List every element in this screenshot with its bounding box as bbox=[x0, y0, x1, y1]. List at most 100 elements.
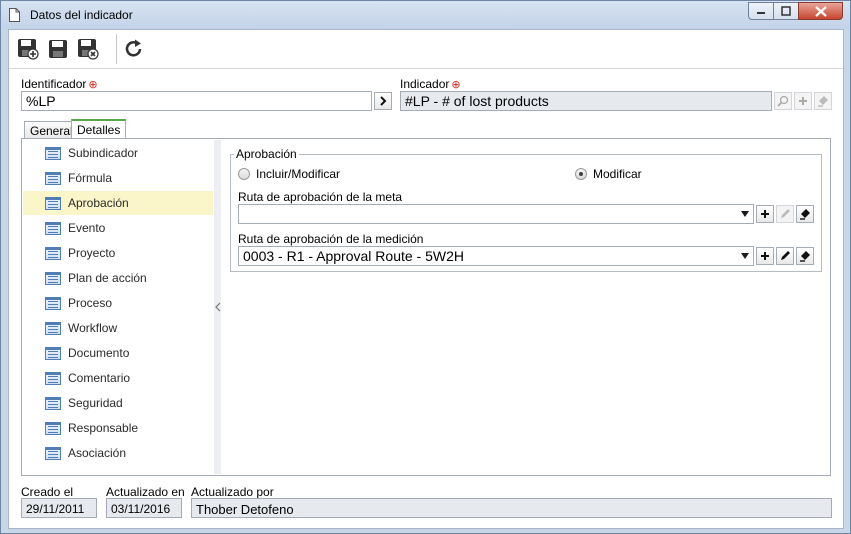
dialog-content: Identificador ⊕ %LP Indicador ⊕ #LP - # of… bbox=[8, 29, 844, 529]
sidebar-item-label: Evento bbox=[68, 221, 106, 235]
identificador-label: Identificador bbox=[21, 77, 87, 91]
radio-modificar[interactable]: Modificar bbox=[575, 167, 642, 181]
eraser-icon bbox=[800, 251, 810, 262]
refresh-button[interactable] bbox=[121, 36, 147, 62]
sidebar-item-aprobacion[interactable]: Aprobación bbox=[23, 191, 213, 215]
indicador-field: #LP - # of lost products bbox=[400, 91, 772, 111]
indicador-label: Indicador bbox=[400, 77, 450, 91]
sidebar-item-label: Comentario bbox=[68, 371, 131, 385]
sidebar-item-label: Proceso bbox=[68, 296, 113, 310]
list-icon bbox=[45, 271, 61, 285]
save-close-button[interactable] bbox=[75, 36, 101, 62]
radio-incluir-modificar[interactable]: Incluir/Modificar bbox=[238, 167, 340, 181]
plus-icon bbox=[761, 210, 769, 218]
save-button[interactable] bbox=[45, 36, 71, 62]
meta-route-select[interactable] bbox=[238, 204, 754, 224]
search-indicator-button[interactable] bbox=[774, 92, 792, 110]
sidebar-item-subindicador[interactable]: Subindicador bbox=[23, 141, 213, 165]
identificador-input[interactable]: %LP bbox=[21, 91, 372, 111]
pencil-icon bbox=[781, 209, 790, 218]
list-icon bbox=[45, 321, 61, 335]
navigate-button[interactable] bbox=[374, 92, 392, 110]
add-medicion-route-button[interactable] bbox=[756, 247, 774, 265]
sidebar-item-proceso[interactable]: Proceso bbox=[23, 291, 213, 315]
sidebar-item-documento[interactable]: Documento bbox=[23, 341, 213, 365]
meta-route-label: Ruta de aprobación de la meta bbox=[238, 190, 403, 204]
plus-icon bbox=[761, 252, 769, 260]
sidebar-item-comentario[interactable]: Comentario bbox=[23, 366, 213, 390]
maximize-icon bbox=[781, 6, 791, 16]
list-icon bbox=[45, 346, 61, 360]
medicion-route-select[interactable]: 0003 - R1 - Approval Route - 5W2H bbox=[238, 246, 754, 266]
detail-sidebar: Subindicador Fórmula Aprobación Evento P… bbox=[23, 140, 213, 474]
edit-medicion-route-button[interactable] bbox=[776, 247, 794, 265]
sidebar-item-responsable[interactable]: Responsable bbox=[23, 416, 213, 440]
sidebar-item-label: Fórmula bbox=[68, 171, 113, 185]
indicador-label-row: Indicador ⊕ bbox=[400, 77, 461, 91]
plus-icon bbox=[799, 97, 807, 105]
sidebar-splitter[interactable] bbox=[214, 140, 221, 474]
list-icon bbox=[45, 171, 61, 185]
approval-group-title: Aprobación bbox=[234, 147, 299, 161]
required-icon: ⊕ bbox=[88, 79, 98, 91]
chevron-left-icon bbox=[214, 302, 220, 312]
save-close-icon bbox=[78, 39, 99, 60]
window-controls bbox=[748, 2, 843, 20]
radio-label: Modificar bbox=[593, 167, 642, 181]
sidebar-item-workflow[interactable]: Workflow bbox=[23, 316, 213, 340]
title-bar[interactable]: Datos del indicador bbox=[1, 1, 850, 29]
tab-panel: Subindicador Fórmula Aprobación Evento P… bbox=[21, 138, 831, 476]
sidebar-item-proyecto[interactable]: Proyecto bbox=[23, 241, 213, 265]
clear-indicator-button[interactable] bbox=[814, 92, 832, 110]
save-new-icon bbox=[18, 39, 39, 60]
add-indicator-button[interactable] bbox=[794, 92, 812, 110]
medicion-route-value: 0003 - R1 - Approval Route - 5W2H bbox=[243, 248, 464, 264]
window-title: Datos del indicador bbox=[30, 8, 133, 22]
sidebar-item-formula[interactable]: Fórmula bbox=[23, 166, 213, 190]
identificador-label-row: Identificador ⊕ bbox=[21, 77, 98, 91]
sidebar-item-label: Subindicador bbox=[68, 146, 139, 160]
radio-checked-icon bbox=[575, 168, 587, 180]
eraser-icon bbox=[818, 96, 828, 107]
save-new-button[interactable] bbox=[15, 36, 41, 62]
radio-label: Incluir/Modificar bbox=[256, 167, 341, 181]
list-icon bbox=[45, 246, 61, 260]
list-icon bbox=[45, 446, 61, 460]
list-icon bbox=[45, 396, 61, 410]
sidebar-item-label: Responsable bbox=[68, 421, 139, 435]
edit-meta-route-button[interactable] bbox=[776, 205, 794, 223]
sidebar-item-seguridad[interactable]: Seguridad bbox=[23, 391, 213, 415]
toolbar bbox=[9, 30, 843, 69]
sidebar-item-label: Plan de acción bbox=[68, 271, 147, 285]
minimize-button[interactable] bbox=[748, 2, 774, 20]
pencil-icon bbox=[781, 251, 790, 260]
eraser-icon bbox=[800, 209, 810, 220]
list-icon bbox=[45, 371, 61, 385]
sidebar-item-label: Asociación bbox=[68, 446, 127, 460]
save-icon bbox=[49, 40, 67, 58]
sidebar-item-evento[interactable]: Evento bbox=[23, 216, 213, 240]
add-meta-route-button[interactable] bbox=[756, 205, 774, 223]
created-field: 29/11/2011 bbox=[21, 498, 97, 518]
close-icon bbox=[814, 5, 827, 17]
sidebar-item-plan-de-accion[interactable]: Plan de acción bbox=[23, 266, 213, 290]
list-icon bbox=[45, 146, 61, 160]
minimize-icon bbox=[757, 12, 765, 14]
sidebar-item-label: Seguridad bbox=[68, 396, 123, 410]
sidebar-item-label: Aprobación bbox=[68, 196, 129, 210]
document-icon bbox=[9, 8, 20, 22]
clear-medicion-route-button[interactable] bbox=[796, 247, 814, 265]
maximize-button[interactable] bbox=[773, 2, 799, 20]
sidebar-item-label: Proyecto bbox=[68, 246, 116, 260]
list-icon bbox=[45, 296, 61, 310]
close-button[interactable] bbox=[798, 2, 843, 20]
list-icon bbox=[45, 221, 61, 235]
clear-meta-route-button[interactable] bbox=[796, 205, 814, 223]
search-icon bbox=[777, 95, 789, 107]
tab-detalles[interactable]: Detalles bbox=[71, 119, 127, 138]
updated-field: 03/11/2016 bbox=[106, 498, 182, 518]
medicion-route-label: Ruta de aprobación de la medición bbox=[238, 232, 424, 246]
sidebar-item-asociacion[interactable]: Asociación bbox=[23, 441, 213, 465]
sidebar-item-label: Documento bbox=[68, 346, 130, 360]
chevron-right-icon bbox=[380, 96, 387, 106]
